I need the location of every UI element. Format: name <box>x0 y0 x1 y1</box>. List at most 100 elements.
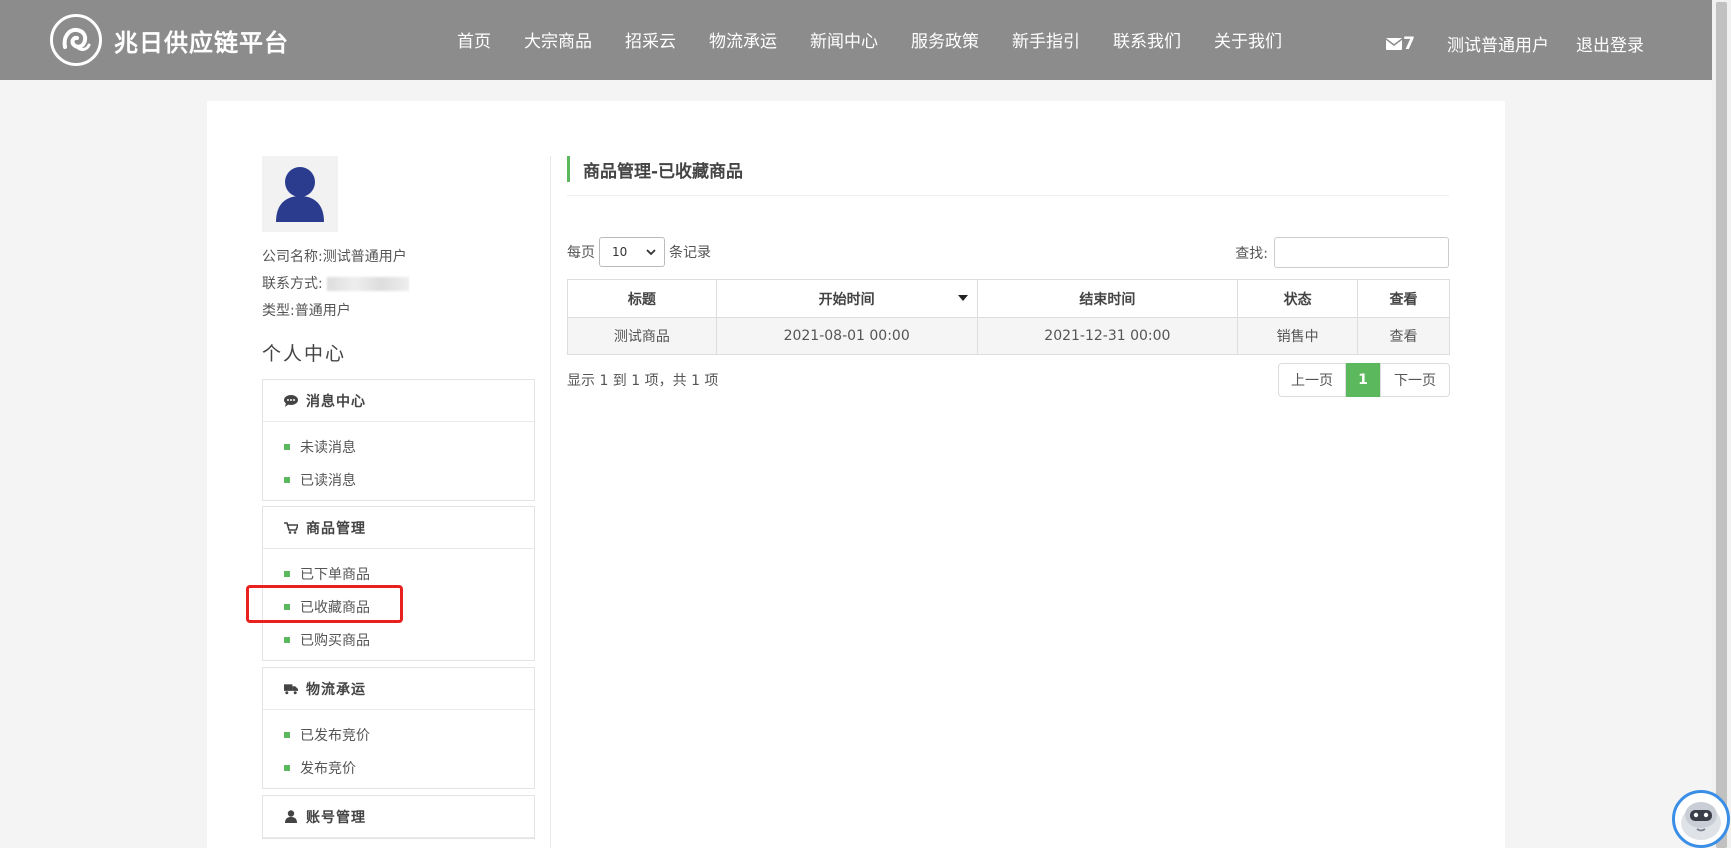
contact-value-redacted <box>326 277 409 291</box>
comment-icon <box>284 394 298 408</box>
main-nav: 首页 大宗商品 招采云 物流承运 新闻中心 服务政策 新手指引 联系我们 关于我… <box>457 27 1315 52</box>
sidebar-item-label: 已购买商品 <box>300 632 370 649</box>
search-input[interactable] <box>1274 237 1449 268</box>
sidebar-group-account: 账号管理 <box>262 795 535 839</box>
user-icon <box>284 810 298 824</box>
page-length-value: 10 <box>612 245 628 259</box>
group-title: 商品管理 <box>306 520 366 537</box>
group-title: 消息中心 <box>306 393 366 410</box>
nav-contact[interactable]: 联系我们 <box>1113 27 1181 52</box>
nav-home[interactable]: 首页 <box>457 27 491 52</box>
robot-icon <box>1681 802 1721 840</box>
cell-end-time: 2021-12-31 00:00 <box>976 317 1239 355</box>
next-page-button[interactable]: 下一页 <box>1380 363 1450 397</box>
company-name-row: 公司名称:测试普通用户 <box>262 246 407 266</box>
cell-start-time: 2021-08-01 00:00 <box>715 317 978 355</box>
perpage-prefix: 每页 <box>567 245 595 261</box>
sidebar-item-published-bids[interactable]: 已发布竞价 <box>263 718 534 751</box>
sidebar-group-logistics: 物流承运 已发布竞价 发布竞价 <box>262 667 535 789</box>
bullet-icon <box>284 764 290 771</box>
pagination: 上一页 1 下一页 <box>1278 363 1450 397</box>
column-header-label: 开始时间 <box>818 291 875 308</box>
sidebar-item-unread-messages[interactable]: 未读消息 <box>263 430 534 463</box>
group-header-products[interactable]: 商品管理 <box>263 507 534 549</box>
contact-label: 联系方式: <box>262 276 323 292</box>
vertical-scrollbar[interactable] <box>1712 0 1731 848</box>
prev-page-button[interactable]: 上一页 <box>1278 363 1346 397</box>
sidebar-item-read-messages[interactable]: 已读消息 <box>263 463 534 496</box>
table-row: 测试商品 2021-08-01 00:00 2021-12-31 00:00 销… <box>567 317 1450 355</box>
sidebar-group-messages: 消息中心 未读消息 已读消息 <box>262 379 535 501</box>
table-header-row: 标题 开始时间 结束时间 状态 查看 <box>567 279 1450 318</box>
sidebar-item-purchased-products[interactable]: 已购买商品 <box>263 623 534 656</box>
username-link[interactable]: 测试普通用户 <box>1447 31 1549 56</box>
contact-row: 联系方式: <box>262 273 409 293</box>
brand-name: 兆日供应链平台 <box>114 28 289 57</box>
bullet-icon <box>284 731 290 738</box>
bullet-icon <box>284 570 290 577</box>
group-header-logistics[interactable]: 物流承运 <box>263 668 534 710</box>
nav-logistics[interactable]: 物流承运 <box>709 27 777 52</box>
mail-link[interactable]: 7 <box>1386 34 1415 54</box>
company-value: 测试普通用户 <box>322 249 407 265</box>
column-header-end-time[interactable]: 结束时间 <box>976 279 1239 318</box>
column-header-title[interactable]: 标题 <box>567 279 717 318</box>
cell-status: 销售中 <box>1237 317 1359 355</box>
cart-icon <box>284 521 298 535</box>
search-label: 查找: <box>1235 245 1268 262</box>
nav-policy[interactable]: 服务政策 <box>911 27 979 52</box>
group-title: 物流承运 <box>306 681 366 698</box>
brand-logo[interactable]: 兆日供应链平台 <box>50 14 289 66</box>
personal-center-title: 个人中心 <box>262 343 347 365</box>
column-header-view[interactable]: 查看 <box>1357 279 1450 318</box>
avatar <box>262 156 338 232</box>
sidebar-item-label: 已发布竞价 <box>300 727 370 744</box>
company-label: 公司名称: <box>262 249 323 265</box>
column-header-status[interactable]: 状态 <box>1237 279 1359 318</box>
sidebar-group-products: 商品管理 已下单商品 已收藏商品 已购买商品 <box>262 506 535 661</box>
column-divider <box>550 156 551 848</box>
sidebar-item-label: 已读消息 <box>300 472 356 489</box>
type-row: 类型:普通用户 <box>262 300 351 320</box>
sidebar-item-label: 已下单商品 <box>300 566 370 583</box>
sidebar-item-publish-bid[interactable]: 发布竞价 <box>263 751 534 784</box>
group-header-account[interactable]: 账号管理 <box>263 796 534 838</box>
nav-guide[interactable]: 新手指引 <box>1012 27 1080 52</box>
envelope-icon <box>1386 37 1403 50</box>
bullet-icon <box>284 636 290 643</box>
column-header-start-time[interactable]: 开始时间 <box>715 279 978 318</box>
chat-assistant-button[interactable] <box>1672 790 1730 848</box>
nav-news[interactable]: 新闻中心 <box>810 27 878 52</box>
current-page-button[interactable]: 1 <box>1346 363 1380 397</box>
favorites-table: 标题 开始时间 结束时间 状态 查看 测试商品 2021-08-01 00:00… <box>567 279 1450 355</box>
cell-title: 测试商品 <box>567 317 717 355</box>
page-length-control: 每页 10 条记录 <box>567 237 711 267</box>
user-avatar-icon <box>276 167 324 222</box>
page-title: 商品管理-已收藏商品 <box>583 161 744 182</box>
nav-about[interactable]: 关于我们 <box>1214 27 1282 52</box>
logout-link[interactable]: 退出登录 <box>1576 31 1644 56</box>
page-length-select[interactable]: 10 <box>599 237 665 267</box>
nav-bulk-goods[interactable]: 大宗商品 <box>524 27 592 52</box>
bullet-icon <box>284 476 290 483</box>
selection-highlight-box <box>246 585 403 623</box>
logo-emblem-icon <box>50 14 102 66</box>
user-area: 7 测试普通用户 退出登录 <box>1386 31 1644 56</box>
page-title-bar: 商品管理-已收藏商品 <box>567 156 743 182</box>
group-header-messages[interactable]: 消息中心 <box>263 380 534 422</box>
type-label: 类型: <box>262 303 295 319</box>
chevron-down-icon <box>646 248 656 255</box>
sidebar-item-label: 发布竞价 <box>300 760 356 777</box>
group-title: 账号管理 <box>306 809 366 826</box>
sidebar-item-label: 未读消息 <box>300 439 356 456</box>
table-info: 显示 1 到 1 项，共 1 项 <box>567 373 719 389</box>
truck-icon <box>284 682 298 696</box>
bullet-icon <box>284 443 290 450</box>
top-header: 兆日供应链平台 首页 大宗商品 招采云 物流承运 新闻中心 服务政策 新手指引 … <box>0 0 1712 80</box>
scrollbar-thumb[interactable] <box>1716 2 1727 848</box>
view-link[interactable]: 查看 <box>1357 317 1450 355</box>
perpage-suffix: 条记录 <box>669 245 711 261</box>
table-search: 查找: <box>1235 237 1449 268</box>
title-divider <box>567 195 1449 196</box>
nav-procurement[interactable]: 招采云 <box>625 27 676 52</box>
